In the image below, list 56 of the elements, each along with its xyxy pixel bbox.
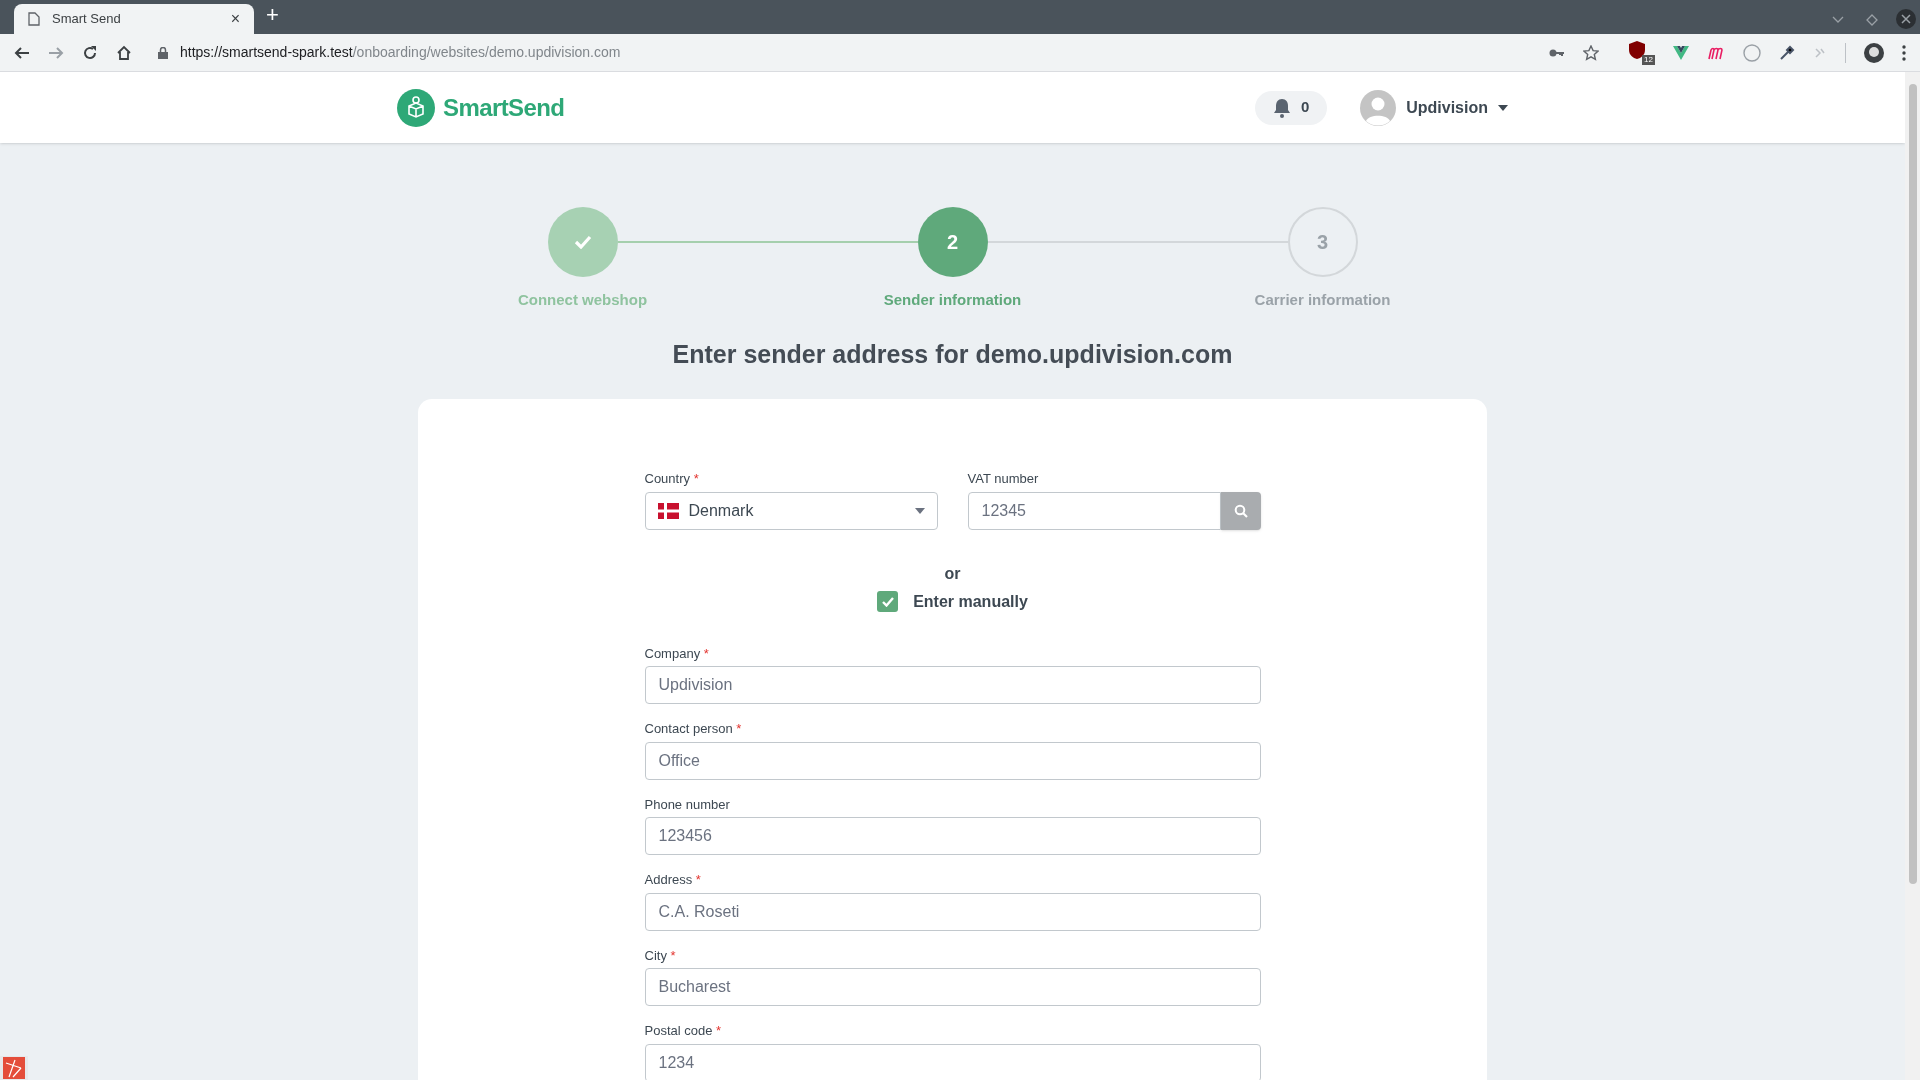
eyedropper-icon[interactable] [1779, 44, 1795, 61]
step-label: Sender information [883, 290, 1022, 310]
home-icon[interactable] [116, 44, 132, 61]
tab-title: Smart Send [52, 10, 122, 29]
bell-icon [1272, 97, 1291, 118]
menu-icon[interactable] [1902, 44, 1906, 61]
or-text: or [944, 563, 961, 584]
caret-icon [914, 507, 925, 514]
check-icon [881, 596, 894, 607]
page-heading: Enter sender address for demo.updivision.com [671, 338, 1234, 370]
text-input[interactable]: C.A. Roseti [644, 892, 1261, 931]
new-tab-button[interactable]: + [266, 0, 279, 31]
text-input[interactable]: 1234 [644, 1043, 1261, 1080]
field-label: VAT number [967, 470, 1040, 488]
field-label: Postal code * [644, 1022, 723, 1040]
avatar-icon[interactable] [1864, 42, 1884, 63]
minimize-icon[interactable] [1832, 16, 1844, 24]
field-label: City * [644, 946, 677, 965]
scrollbar[interactable] [1905, 72, 1920, 1080]
text-input[interactable]: Bucharest [644, 968, 1261, 1006]
field-label: Country * [644, 470, 700, 488]
v-extension-icon[interactable] [1673, 45, 1689, 60]
extension-badge: 12 [1642, 54, 1655, 65]
caret-icon [1498, 104, 1508, 111]
field-label: Contact person * [644, 720, 743, 738]
step-label: Carrier information [1254, 290, 1391, 310]
notifications-button[interactable]: 0 [1254, 90, 1328, 125]
back-icon[interactable] [14, 44, 30, 61]
extension-icon[interactable] [0, 1056, 28, 1080]
vat-input[interactable]: 12345 [967, 491, 1221, 530]
enter-manually-checkbox[interactable]: Enter manually [877, 589, 1028, 614]
country-select[interactable]: Denmark [644, 491, 938, 530]
browser-tab[interactable]: Smart Send × [14, 4, 254, 34]
restore-icon[interactable] [1866, 14, 1878, 26]
field-label: Phone number [644, 795, 731, 814]
step-label: Connect webshop [517, 290, 648, 310]
flag-icon [657, 502, 679, 519]
logo-icon [397, 88, 435, 127]
lock-icon [158, 46, 168, 59]
user-menu[interactable]: Updivision [1360, 89, 1508, 126]
star-icon[interactable] [1583, 44, 1599, 61]
key-icon[interactable] [1549, 47, 1565, 58]
field-label: Company * [644, 644, 710, 663]
text-input[interactable]: Updivision [644, 666, 1261, 704]
field-label: Address * [644, 871, 702, 889]
close-icon[interactable] [1896, 9, 1916, 29]
avatar-icon [1360, 89, 1397, 126]
search-icon [1233, 503, 1248, 518]
text-input[interactable]: Office [644, 741, 1261, 780]
url-text[interactable]: https://smartsend-spark.test/onboarding/websites/demo.updivision.com [180, 42, 621, 63]
page-icon [28, 12, 40, 26]
close-icon[interactable]: × [230, 7, 240, 31]
text-input[interactable]: 123456 [644, 817, 1261, 855]
reload-icon[interactable] [82, 44, 98, 61]
check-icon [573, 235, 592, 249]
m-extension-icon[interactable] [1707, 45, 1725, 60]
